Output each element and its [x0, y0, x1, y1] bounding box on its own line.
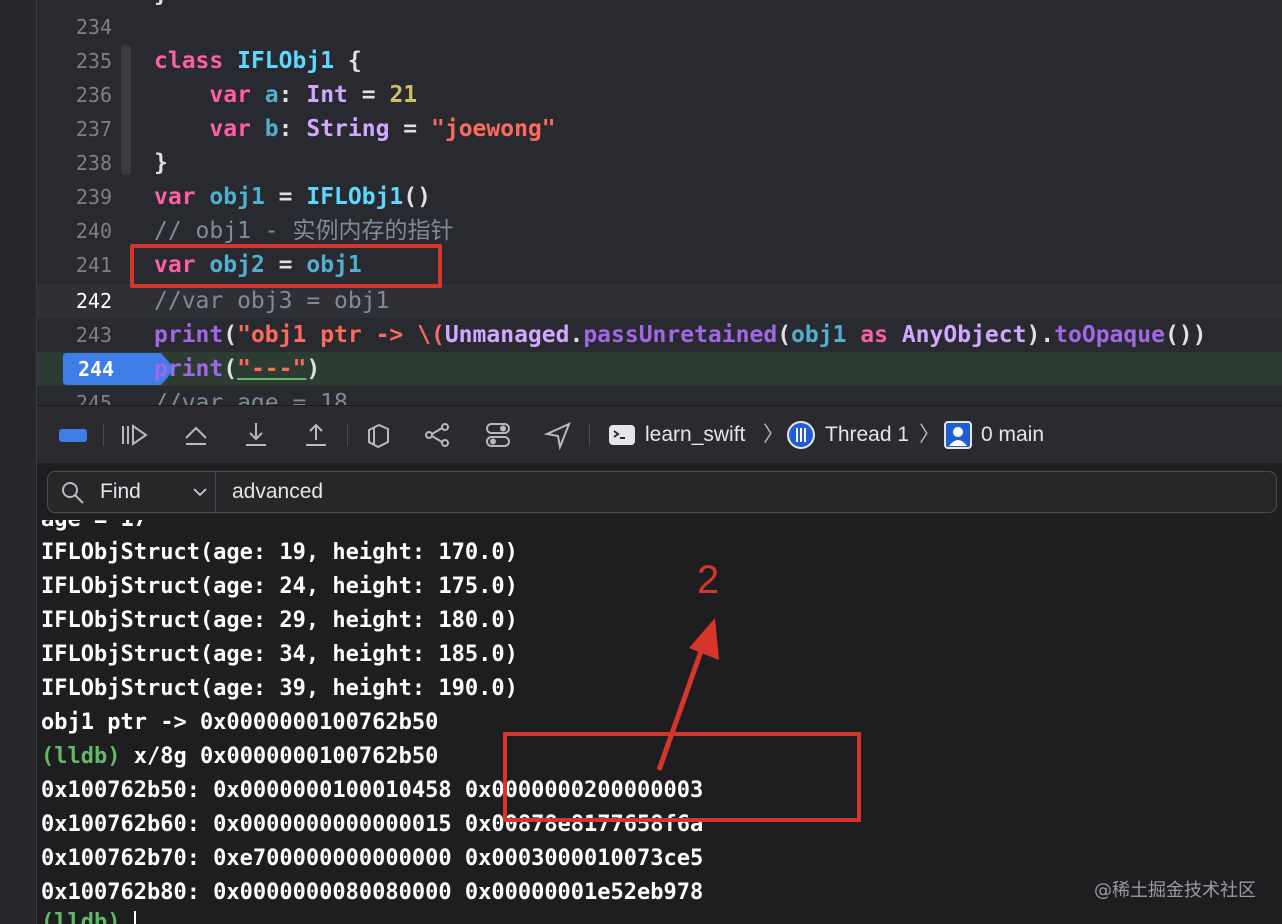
environment-overrides-icon[interactable]	[483, 420, 513, 450]
line-number: 234	[75, 15, 112, 39]
line-number: 240	[75, 219, 112, 243]
code-line[interactable]: 245 //var age = 18	[37, 386, 1282, 405]
terminal-target-icon	[607, 420, 637, 450]
find-query-input[interactable]: advanced	[232, 472, 323, 512]
search-icon	[60, 480, 86, 506]
find-mode-label[interactable]: Find	[100, 472, 141, 512]
code-comment: //var age = 18	[154, 390, 348, 405]
watermark: @稀土掘金技术社区	[1094, 880, 1256, 901]
code-comment: // obj1 - 实例内存的指针	[154, 218, 454, 244]
code-line[interactable]: 237 var b: String = "joewong"	[37, 112, 1282, 146]
left-sidebar-strip	[0, 0, 37, 924]
line-number: 242	[75, 289, 112, 313]
breadcrumb-thread[interactable]: Thread 1	[825, 420, 909, 450]
code-text: var b: String = "joewong"	[209, 116, 556, 142]
code-line[interactable]: 239 var obj1 = IFLObj1()	[37, 180, 1282, 214]
memory-line: 0x100762b80: 0x0000000080080000 0x000000…	[41, 880, 704, 905]
memory-line: 0x100762b70: 0xe700000000000000 0x000300…	[41, 846, 704, 871]
find-bar: Find advanced	[37, 463, 1282, 520]
breadcrumb-frame[interactable]: 0 main	[981, 420, 1044, 450]
console-line: IFLObjStruct(age: 24, height: 175.0)	[41, 574, 518, 599]
line-number: 236	[75, 83, 112, 107]
console-line: IFLObjStruct(age: 19, height: 170.0)	[41, 540, 518, 565]
lldb-command-line: (lldb) x/8g 0x0000000100762b50	[41, 740, 438, 774]
console-line: IFLObjStruct(age: 29, height: 180.0)	[41, 608, 518, 633]
breakpoint-line-number: 244	[77, 357, 115, 381]
step-over-icon[interactable]	[181, 420, 211, 450]
code-line[interactable]: 243 print("obj1 ptr -> \(Unmanaged.passU…	[37, 318, 1282, 352]
annotation-highlight-box	[130, 244, 442, 288]
chevron-right-icon: 〉	[763, 423, 784, 446]
code-text: }	[154, 150, 168, 176]
code-text: var obj1 = IFLObj1()	[154, 184, 431, 210]
line-number: 239	[75, 185, 112, 209]
code-comment: //var obj3 = obj1	[154, 288, 390, 314]
breadcrumb-target[interactable]: learn_swift	[645, 420, 745, 450]
console-line: obj1 ptr -> 0x0000000100762b50	[41, 710, 439, 735]
console-line: IFLObjStruct(age: 34, height: 185.0)	[41, 642, 518, 667]
code-line[interactable]: 236 var a: Int = 21	[37, 78, 1282, 112]
line-number: 238	[75, 151, 112, 175]
chevron-right-icon: 〉	[919, 423, 940, 446]
text-cursor	[133, 911, 136, 924]
memory-graph-icon[interactable]	[423, 420, 453, 450]
lldb-command: x/8g 0x0000000100762b50	[120, 744, 439, 769]
code-line[interactable]: 240 // obj1 - 实例内存的指针	[37, 214, 1282, 248]
step-into-icon[interactable]	[241, 420, 271, 450]
step-out-icon[interactable]	[301, 420, 331, 450]
code-text: print("---")	[154, 356, 321, 382]
stack-frame-icon	[943, 420, 973, 450]
chevron-down-icon[interactable]	[188, 479, 212, 505]
debug-toolbar: learn_swift 〉 Thread 1 〉 0 main	[37, 405, 1282, 465]
lldb-prompt: (lldb)	[41, 744, 121, 769]
console-line: age = 17	[41, 520, 147, 537]
toolbar-separator	[589, 424, 590, 446]
code-text: var a: Int = 21	[209, 82, 418, 108]
code-line[interactable]: 238 }	[37, 146, 1282, 180]
breakpoints-toggle-icon[interactable]	[57, 420, 87, 450]
annotation-label: 2	[697, 558, 720, 602]
lldb-prompt-line[interactable]: (lldb)	[41, 906, 136, 924]
code-editor[interactable]: } 234 235 class IFLObj1 { 236 var a: Int…	[37, 0, 1282, 405]
code-line[interactable]: 234	[37, 10, 1282, 44]
simulate-location-icon[interactable]	[543, 420, 573, 451]
line-number: 237	[75, 117, 112, 141]
view-hierarchy-icon[interactable]	[363, 420, 393, 450]
code-line-executing[interactable]: 244 print("---")	[37, 352, 1282, 386]
toolbar-separator	[347, 424, 348, 446]
continue-icon[interactable]	[119, 420, 149, 450]
find-field[interactable]: Find advanced	[47, 471, 1277, 513]
code-line-current[interactable]: 242 //var obj3 = obj1	[37, 284, 1282, 318]
line-number: 235	[75, 49, 112, 73]
code-text: print("obj1 ptr -> \(Unmanaged.passUnret…	[154, 322, 1207, 348]
line-number: 241	[75, 253, 112, 277]
thread-icon	[786, 420, 816, 450]
find-divider	[215, 472, 216, 512]
code-line[interactable]: 235 class IFLObj1 {	[37, 44, 1282, 78]
debug-console[interactable]: age = 17 IFLObjStruct(age: 19, height: 1…	[37, 520, 1282, 924]
line-number: 245	[75, 391, 112, 405]
annotation-arrow-icon	[656, 618, 719, 771]
console-line: IFLObjStruct(age: 39, height: 190.0)	[41, 676, 518, 701]
code-text: class IFLObj1 {	[154, 48, 362, 74]
toolbar-separator	[103, 424, 104, 446]
line-number: 243	[75, 323, 112, 347]
